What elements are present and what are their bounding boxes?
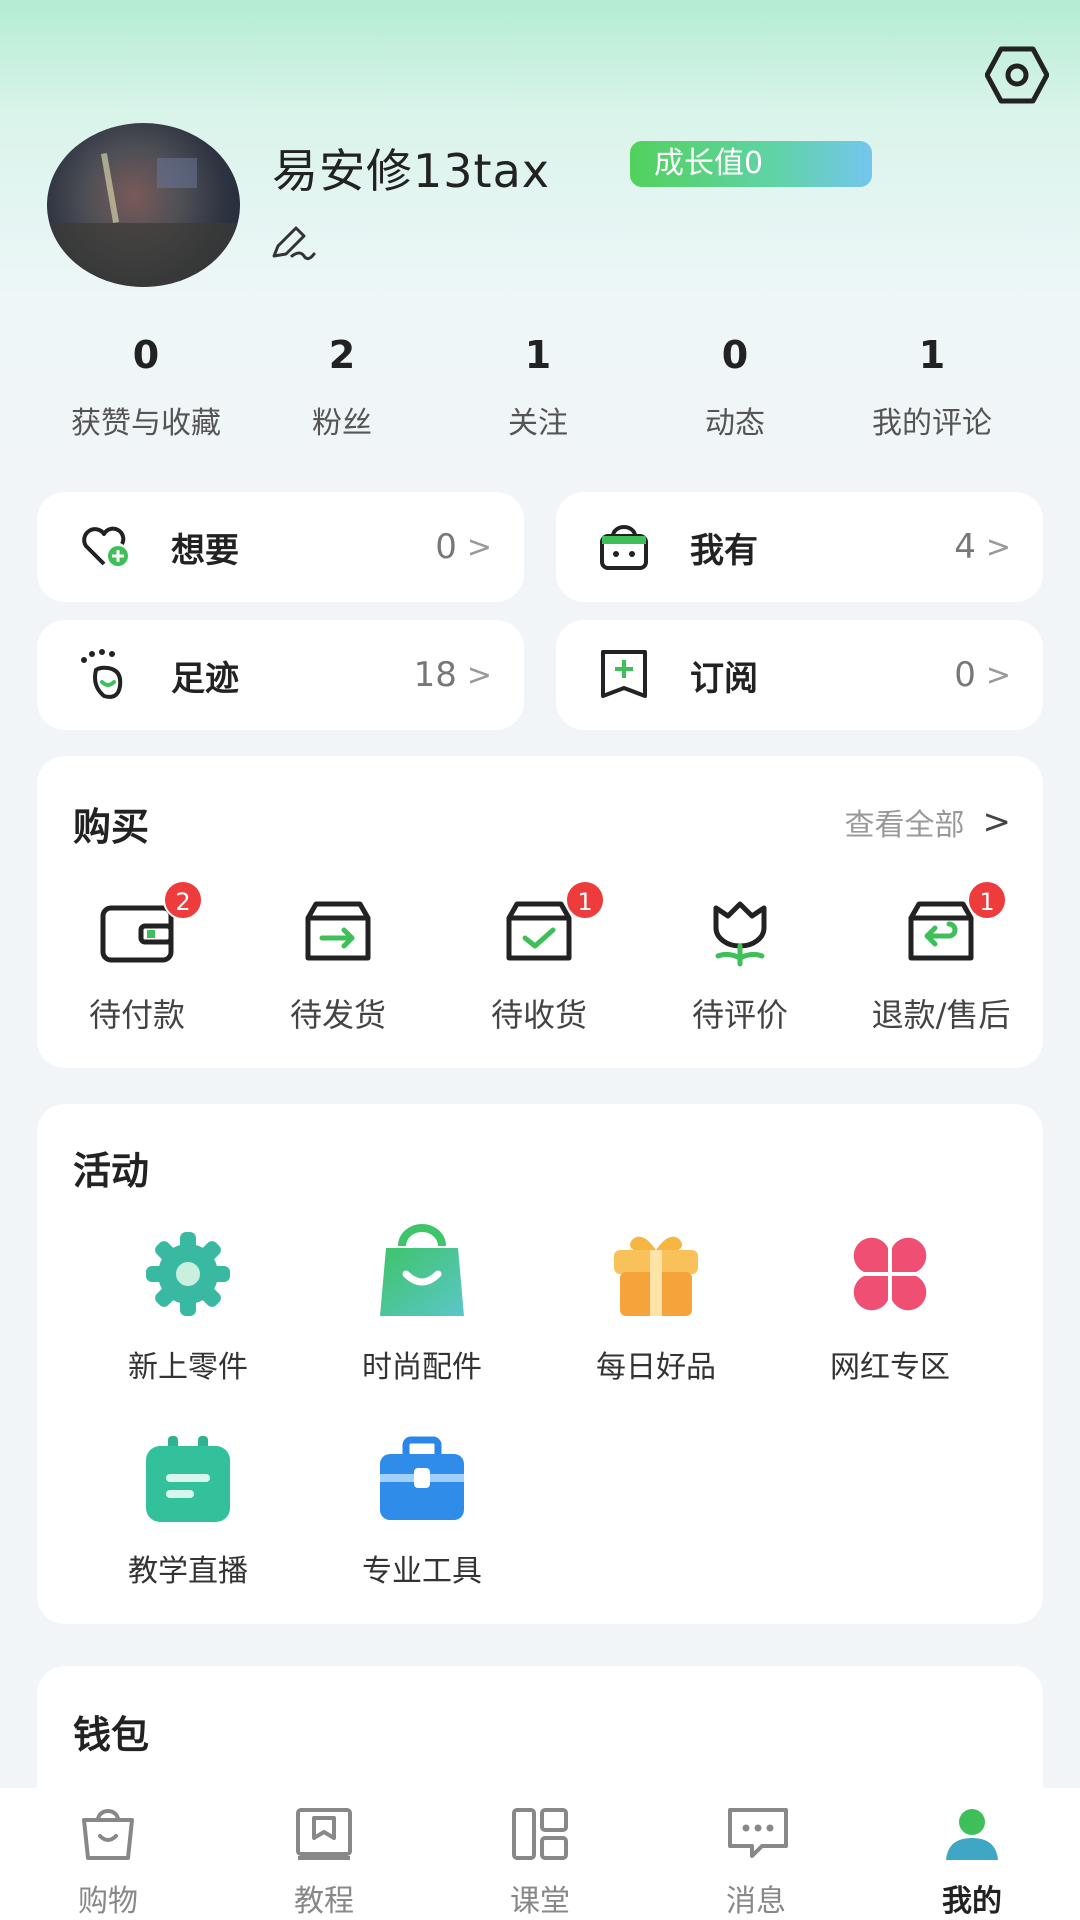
- quick-value: 18: [413, 655, 457, 695]
- activity-new-parts[interactable]: 新上零件: [71, 1224, 305, 1386]
- quick-label: 足迹: [171, 658, 239, 699]
- stat-fans[interactable]: 2 粉丝: [242, 330, 442, 442]
- order-badge: 2: [163, 880, 203, 920]
- quick-value: 4: [954, 527, 976, 567]
- purchase-section: 购买 查看全部 > 2 待付款 待发货 1 待收货 待评价 1 退款/售后: [37, 756, 1043, 1068]
- order-label: 待发货: [289, 996, 386, 1034]
- stat-label: 动态: [705, 406, 765, 441]
- calendar-icon: [146, 1436, 230, 1522]
- chevron-right-icon: >: [466, 529, 492, 565]
- activity-pro-tools[interactable]: 专业工具: [305, 1428, 539, 1590]
- chevron-right-icon: >: [982, 802, 1012, 842]
- chevron-right-icon: >: [985, 529, 1011, 565]
- edit-profile-button[interactable]: [268, 222, 318, 264]
- box-arrow-icon: [305, 901, 371, 961]
- shopping-bag-icon: [380, 1224, 464, 1316]
- stat-value: 2: [328, 333, 356, 377]
- order-label: 待评价: [691, 996, 788, 1034]
- bookmark-plus-icon: [601, 650, 647, 698]
- nav-messages[interactable]: 消息: [648, 1788, 864, 1920]
- quick-label: 订阅: [690, 658, 758, 699]
- order-pending-payment[interactable]: 2 待付款: [37, 880, 237, 1036]
- growth-badge[interactable]: 成长值0: [630, 141, 872, 187]
- bottom-nav: 购物 教程 课堂 消息 我的: [0, 1788, 1080, 1920]
- stat-value: 0: [721, 333, 749, 377]
- nav-label: 课堂: [510, 1884, 570, 1919]
- stat-label: 关注: [508, 406, 568, 441]
- view-all-link[interactable]: 查看全部 >: [845, 800, 1012, 844]
- quick-want[interactable]: 想要 0 >: [37, 492, 524, 602]
- profile-icon: [946, 1809, 998, 1860]
- stat-following[interactable]: 1 关注: [438, 330, 638, 442]
- order-label: 待付款: [88, 996, 185, 1034]
- quick-value: 0: [435, 527, 457, 567]
- section-title: 钱包: [73, 1713, 150, 1757]
- username: 易安修13tax: [272, 144, 550, 198]
- shopping-icon: [82, 1809, 134, 1860]
- nav-profile[interactable]: 我的: [864, 1788, 1080, 1920]
- tutorial-icon: [296, 1808, 352, 1860]
- settings-icon: [985, 46, 1049, 104]
- activity-label: 时尚配件: [362, 1350, 482, 1385]
- order-label: 待收货: [490, 996, 587, 1034]
- nav-shopping[interactable]: 购物: [0, 1788, 216, 1920]
- footprint-icon: [81, 649, 123, 699]
- order-refund[interactable]: 1 退款/售后: [841, 880, 1041, 1036]
- order-pending-shipment[interactable]: 待发货: [238, 898, 438, 1036]
- activity-influencer[interactable]: 网红专区: [773, 1224, 1007, 1386]
- order-label: 退款/售后: [871, 996, 1011, 1034]
- stat-comments[interactable]: 1 我的评论: [832, 330, 1032, 442]
- flower-icon: [713, 901, 767, 967]
- quick-value: 0: [954, 655, 976, 695]
- nav-label: 购物: [78, 1884, 138, 1919]
- classroom-icon: [512, 1808, 568, 1860]
- stat-value: 0: [132, 333, 160, 377]
- activity-label: 网红专区: [830, 1350, 950, 1385]
- stat-label: 粉丝: [312, 406, 372, 441]
- chevron-right-icon: >: [466, 657, 492, 693]
- avatar[interactable]: [47, 123, 240, 287]
- activity-daily-picks[interactable]: 每日好品: [539, 1224, 773, 1386]
- gift-icon: [614, 1236, 698, 1316]
- quick-label: 我有: [690, 530, 758, 571]
- chevron-right-icon: >: [985, 657, 1011, 693]
- quick-have[interactable]: 我有 4 >: [556, 492, 1043, 602]
- activity-label: 教学直播: [128, 1554, 248, 1589]
- nav-label: 我的: [942, 1884, 1002, 1919]
- activity-label: 新上零件: [128, 1350, 248, 1385]
- activity-fashion[interactable]: 时尚配件: [305, 1224, 539, 1386]
- stat-posts[interactable]: 0 动态: [635, 330, 835, 442]
- stat-value: 1: [524, 333, 552, 377]
- stat-likes[interactable]: 0 获赞与收藏: [46, 330, 246, 442]
- settings-button[interactable]: [982, 40, 1052, 110]
- stat-label: 获赞与收藏: [71, 406, 221, 441]
- order-badge: 1: [565, 880, 605, 920]
- nav-label: 教程: [294, 1884, 354, 1919]
- toolbox-icon: [380, 1436, 464, 1520]
- activity-section: 活动 新上零件 时尚配件 每日好品 网红专区 教学直播 专业工具: [37, 1104, 1043, 1624]
- stat-value: 1: [918, 333, 946, 377]
- activity-label: 每日好品: [596, 1350, 716, 1385]
- stat-label: 我的评论: [872, 406, 992, 441]
- nav-label: 消息: [726, 1884, 786, 1919]
- heart-plus-icon: [82, 526, 128, 566]
- section-title: 活动: [73, 1149, 150, 1193]
- gear-icon: [146, 1232, 230, 1316]
- order-pending-receipt[interactable]: 1 待收货: [439, 880, 639, 1036]
- section-title: 购买: [73, 805, 150, 849]
- message-icon: [728, 1808, 788, 1858]
- order-badge: 1: [967, 880, 1007, 920]
- pen-icon: [272, 226, 316, 261]
- bag-icon: [600, 525, 648, 570]
- quick-subscribe[interactable]: 订阅 0 >: [556, 620, 1043, 730]
- nav-tutorial[interactable]: 教程: [216, 1788, 432, 1920]
- quick-footprint[interactable]: 足迹 18 >: [37, 620, 524, 730]
- clover-icon: [853, 1237, 927, 1311]
- quick-label: 想要: [171, 530, 239, 571]
- activity-live-teaching[interactable]: 教学直播: [71, 1428, 305, 1590]
- view-all-label: 查看全部: [844, 808, 965, 843]
- activity-label: 专业工具: [362, 1554, 482, 1589]
- order-pending-review[interactable]: 待评价: [640, 898, 840, 1036]
- nav-classroom[interactable]: 课堂: [432, 1788, 648, 1920]
